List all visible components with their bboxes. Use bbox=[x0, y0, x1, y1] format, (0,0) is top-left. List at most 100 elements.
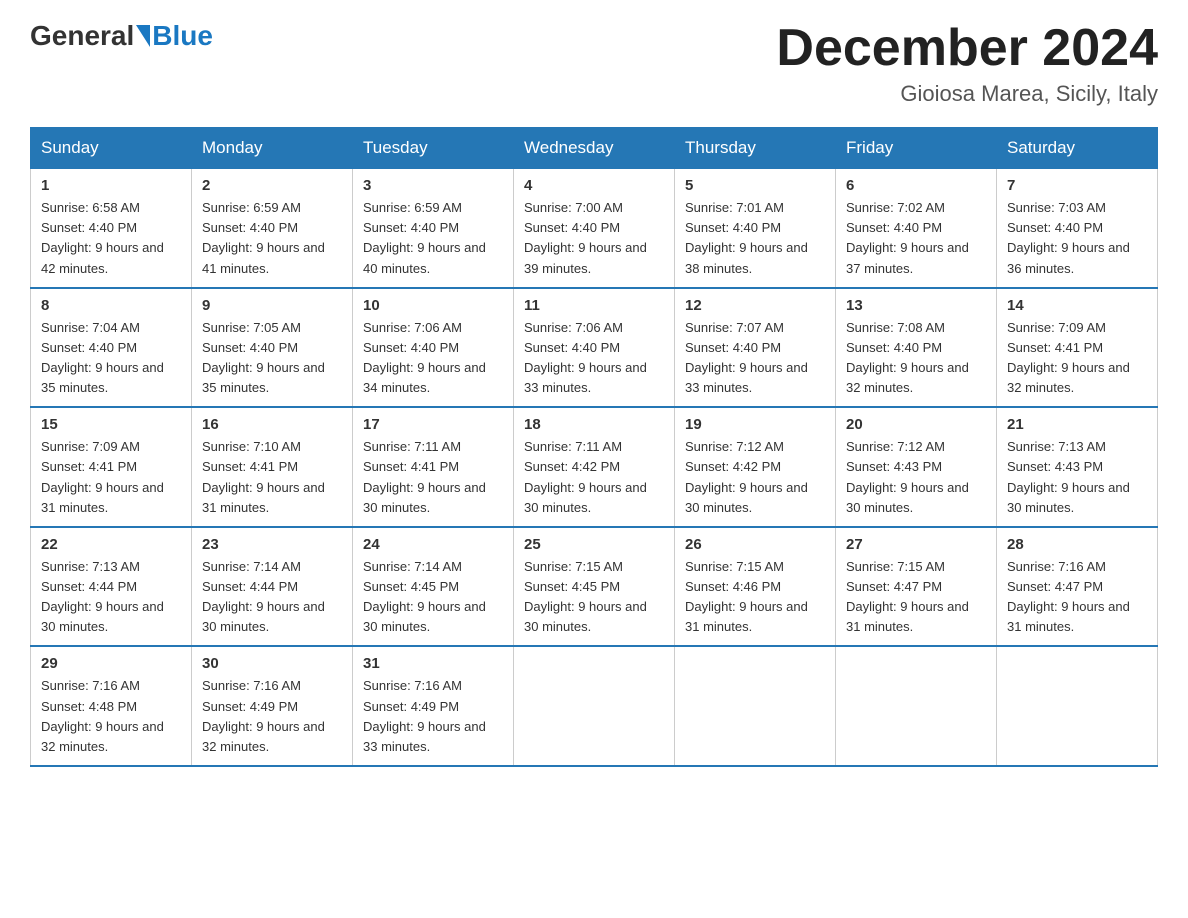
day-number: 14 bbox=[1007, 297, 1147, 314]
day-number: 28 bbox=[1007, 536, 1147, 553]
month-title: December 2024 bbox=[776, 20, 1158, 77]
day-number: 20 bbox=[846, 416, 986, 433]
day-info: Sunrise: 7:03 AM Sunset: 4:40 PM Dayligh… bbox=[1007, 198, 1147, 279]
calendar-day-cell: 16 Sunrise: 7:10 AM Sunset: 4:41 PM Dayl… bbox=[192, 407, 353, 527]
calendar-day-cell: 7 Sunrise: 7:03 AM Sunset: 4:40 PM Dayli… bbox=[997, 169, 1158, 288]
day-info: Sunrise: 7:06 AM Sunset: 4:40 PM Dayligh… bbox=[524, 318, 664, 399]
day-info: Sunrise: 6:59 AM Sunset: 4:40 PM Dayligh… bbox=[363, 198, 503, 279]
logo-blue-text: Blue bbox=[152, 20, 213, 52]
day-number: 6 bbox=[846, 177, 986, 194]
day-number: 17 bbox=[363, 416, 503, 433]
calendar-day-cell bbox=[836, 646, 997, 766]
calendar-day-cell: 1 Sunrise: 6:58 AM Sunset: 4:40 PM Dayli… bbox=[31, 169, 192, 288]
day-number: 5 bbox=[685, 177, 825, 194]
calendar-day-cell: 4 Sunrise: 7:00 AM Sunset: 4:40 PM Dayli… bbox=[514, 169, 675, 288]
day-number: 23 bbox=[202, 536, 342, 553]
day-info: Sunrise: 7:08 AM Sunset: 4:40 PM Dayligh… bbox=[846, 318, 986, 399]
day-info: Sunrise: 7:16 AM Sunset: 4:49 PM Dayligh… bbox=[363, 676, 503, 757]
day-info: Sunrise: 7:11 AM Sunset: 4:42 PM Dayligh… bbox=[524, 437, 664, 518]
calendar-day-cell: 13 Sunrise: 7:08 AM Sunset: 4:40 PM Dayl… bbox=[836, 288, 997, 408]
calendar-day-cell: 30 Sunrise: 7:16 AM Sunset: 4:49 PM Dayl… bbox=[192, 646, 353, 766]
day-info: Sunrise: 7:11 AM Sunset: 4:41 PM Dayligh… bbox=[363, 437, 503, 518]
header-thursday: Thursday bbox=[675, 128, 836, 169]
day-info: Sunrise: 7:01 AM Sunset: 4:40 PM Dayligh… bbox=[685, 198, 825, 279]
day-number: 13 bbox=[846, 297, 986, 314]
day-info: Sunrise: 7:15 AM Sunset: 4:46 PM Dayligh… bbox=[685, 557, 825, 638]
calendar-day-cell: 11 Sunrise: 7:06 AM Sunset: 4:40 PM Dayl… bbox=[514, 288, 675, 408]
day-info: Sunrise: 7:16 AM Sunset: 4:49 PM Dayligh… bbox=[202, 676, 342, 757]
day-number: 11 bbox=[524, 297, 664, 314]
calendar-day-cell bbox=[997, 646, 1158, 766]
calendar-day-cell: 5 Sunrise: 7:01 AM Sunset: 4:40 PM Dayli… bbox=[675, 169, 836, 288]
day-number: 2 bbox=[202, 177, 342, 194]
day-info: Sunrise: 7:13 AM Sunset: 4:43 PM Dayligh… bbox=[1007, 437, 1147, 518]
day-info: Sunrise: 7:04 AM Sunset: 4:40 PM Dayligh… bbox=[41, 318, 181, 399]
page-header: General Blue December 2024 Gioiosa Marea… bbox=[30, 20, 1158, 107]
day-number: 9 bbox=[202, 297, 342, 314]
day-number: 7 bbox=[1007, 177, 1147, 194]
day-info: Sunrise: 7:13 AM Sunset: 4:44 PM Dayligh… bbox=[41, 557, 181, 638]
day-info: Sunrise: 7:12 AM Sunset: 4:43 PM Dayligh… bbox=[846, 437, 986, 518]
day-info: Sunrise: 7:07 AM Sunset: 4:40 PM Dayligh… bbox=[685, 318, 825, 399]
day-number: 27 bbox=[846, 536, 986, 553]
day-info: Sunrise: 7:14 AM Sunset: 4:44 PM Dayligh… bbox=[202, 557, 342, 638]
day-number: 31 bbox=[363, 655, 503, 672]
calendar-day-cell bbox=[514, 646, 675, 766]
calendar-day-cell: 20 Sunrise: 7:12 AM Sunset: 4:43 PM Dayl… bbox=[836, 407, 997, 527]
day-number: 1 bbox=[41, 177, 181, 194]
header-friday: Friday bbox=[836, 128, 997, 169]
header-monday: Monday bbox=[192, 128, 353, 169]
day-number: 10 bbox=[363, 297, 503, 314]
day-info: Sunrise: 7:05 AM Sunset: 4:40 PM Dayligh… bbox=[202, 318, 342, 399]
calendar-day-cell: 22 Sunrise: 7:13 AM Sunset: 4:44 PM Dayl… bbox=[31, 527, 192, 647]
day-info: Sunrise: 6:58 AM Sunset: 4:40 PM Dayligh… bbox=[41, 198, 181, 279]
day-info: Sunrise: 7:09 AM Sunset: 4:41 PM Dayligh… bbox=[41, 437, 181, 518]
day-info: Sunrise: 7:16 AM Sunset: 4:48 PM Dayligh… bbox=[41, 676, 181, 757]
calendar-title-area: December 2024 Gioiosa Marea, Sicily, Ita… bbox=[776, 20, 1158, 107]
header-wednesday: Wednesday bbox=[514, 128, 675, 169]
day-info: Sunrise: 7:16 AM Sunset: 4:47 PM Dayligh… bbox=[1007, 557, 1147, 638]
day-info: Sunrise: 7:00 AM Sunset: 4:40 PM Dayligh… bbox=[524, 198, 664, 279]
calendar-day-cell: 21 Sunrise: 7:13 AM Sunset: 4:43 PM Dayl… bbox=[997, 407, 1158, 527]
day-number: 21 bbox=[1007, 416, 1147, 433]
calendar-day-cell: 23 Sunrise: 7:14 AM Sunset: 4:44 PM Dayl… bbox=[192, 527, 353, 647]
calendar-week-row: 8 Sunrise: 7:04 AM Sunset: 4:40 PM Dayli… bbox=[31, 288, 1158, 408]
day-number: 19 bbox=[685, 416, 825, 433]
calendar-day-cell: 3 Sunrise: 6:59 AM Sunset: 4:40 PM Dayli… bbox=[353, 169, 514, 288]
calendar-day-cell: 6 Sunrise: 7:02 AM Sunset: 4:40 PM Dayli… bbox=[836, 169, 997, 288]
day-info: Sunrise: 7:12 AM Sunset: 4:42 PM Dayligh… bbox=[685, 437, 825, 518]
calendar-day-cell: 19 Sunrise: 7:12 AM Sunset: 4:42 PM Dayl… bbox=[675, 407, 836, 527]
calendar-day-cell: 31 Sunrise: 7:16 AM Sunset: 4:49 PM Dayl… bbox=[353, 646, 514, 766]
calendar-day-cell: 8 Sunrise: 7:04 AM Sunset: 4:40 PM Dayli… bbox=[31, 288, 192, 408]
day-number: 3 bbox=[363, 177, 503, 194]
day-info: Sunrise: 7:14 AM Sunset: 4:45 PM Dayligh… bbox=[363, 557, 503, 638]
day-info: Sunrise: 7:15 AM Sunset: 4:47 PM Dayligh… bbox=[846, 557, 986, 638]
day-number: 8 bbox=[41, 297, 181, 314]
calendar-day-cell: 17 Sunrise: 7:11 AM Sunset: 4:41 PM Dayl… bbox=[353, 407, 514, 527]
day-number: 16 bbox=[202, 416, 342, 433]
day-info: Sunrise: 7:06 AM Sunset: 4:40 PM Dayligh… bbox=[363, 318, 503, 399]
calendar-day-cell: 2 Sunrise: 6:59 AM Sunset: 4:40 PM Dayli… bbox=[192, 169, 353, 288]
calendar-week-row: 1 Sunrise: 6:58 AM Sunset: 4:40 PM Dayli… bbox=[31, 169, 1158, 288]
logo: General Blue bbox=[30, 20, 213, 52]
calendar-day-cell: 10 Sunrise: 7:06 AM Sunset: 4:40 PM Dayl… bbox=[353, 288, 514, 408]
day-info: Sunrise: 7:02 AM Sunset: 4:40 PM Dayligh… bbox=[846, 198, 986, 279]
day-info: Sunrise: 7:10 AM Sunset: 4:41 PM Dayligh… bbox=[202, 437, 342, 518]
day-number: 24 bbox=[363, 536, 503, 553]
calendar-day-cell: 26 Sunrise: 7:15 AM Sunset: 4:46 PM Dayl… bbox=[675, 527, 836, 647]
day-info: Sunrise: 7:09 AM Sunset: 4:41 PM Dayligh… bbox=[1007, 318, 1147, 399]
header-sunday: Sunday bbox=[31, 128, 192, 169]
day-number: 12 bbox=[685, 297, 825, 314]
header-tuesday: Tuesday bbox=[353, 128, 514, 169]
day-info: Sunrise: 7:15 AM Sunset: 4:45 PM Dayligh… bbox=[524, 557, 664, 638]
header-saturday: Saturday bbox=[997, 128, 1158, 169]
calendar-day-cell: 12 Sunrise: 7:07 AM Sunset: 4:40 PM Dayl… bbox=[675, 288, 836, 408]
calendar-day-cell: 24 Sunrise: 7:14 AM Sunset: 4:45 PM Dayl… bbox=[353, 527, 514, 647]
calendar-week-row: 29 Sunrise: 7:16 AM Sunset: 4:48 PM Dayl… bbox=[31, 646, 1158, 766]
logo-triangle-icon bbox=[136, 25, 150, 47]
day-number: 29 bbox=[41, 655, 181, 672]
day-number: 18 bbox=[524, 416, 664, 433]
day-number: 25 bbox=[524, 536, 664, 553]
calendar-day-cell: 29 Sunrise: 7:16 AM Sunset: 4:48 PM Dayl… bbox=[31, 646, 192, 766]
calendar-day-cell bbox=[675, 646, 836, 766]
